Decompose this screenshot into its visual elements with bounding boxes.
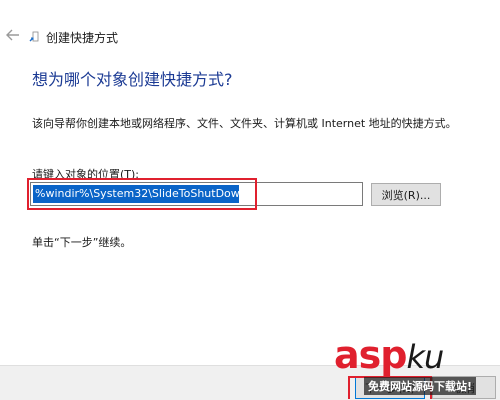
next-button[interactable]: 下一步(N) <box>355 376 425 399</box>
shortcut-icon <box>29 31 39 42</box>
arrow-left-icon <box>6 29 19 41</box>
browse-button[interactable]: 浏览(R)... <box>371 183 441 206</box>
continue-hint: 单击“下一步”继续。 <box>32 236 132 249</box>
back-button[interactable] <box>4 26 22 44</box>
wizard-footer: 下一步(N) 取消 <box>0 365 500 400</box>
cancel-button[interactable]: 取消 <box>432 376 496 399</box>
location-input[interactable]: %windir%\System32\SlideToShutDown.exe <box>33 185 270 203</box>
window-title: 创建快捷方式 <box>46 31 119 45</box>
location-input-box[interactable]: %windir%\System32\SlideToShutDown.exe <box>30 182 363 206</box>
page-heading: 想为哪个对象创建快捷方式? <box>32 70 233 89</box>
instruction-text: 该向导帮你创建本地或网络程序、文件、文件夹、计算机或 Internet 地址的快… <box>32 117 457 130</box>
location-label: 请键入对象的位置(T): <box>32 168 140 181</box>
create-shortcut-wizard: 创建快捷方式 想为哪个对象创建快捷方式? 该向导帮你创建本地或网络程序、文件、文… <box>0 0 500 400</box>
